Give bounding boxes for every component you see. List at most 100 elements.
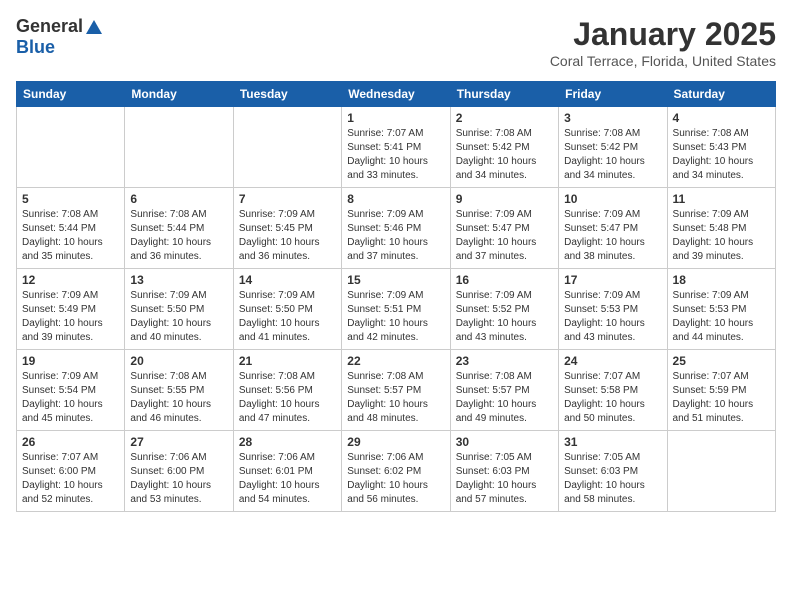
day-number: 21 <box>239 354 336 368</box>
table-row: 2 Sunrise: 7:08 AM Sunset: 5:42 PM Daylig… <box>450 107 558 188</box>
day-info: Sunrise: 7:06 AM Sunset: 6:01 PM Dayligh… <box>239 451 336 507</box>
day-info: Sunrise: 7:09 AM Sunset: 5:52 PM Dayligh… <box>456 289 553 345</box>
table-row: 30Sunrise: 7:05 AM Sunset: 6:03 PM Dayli… <box>450 431 558 512</box>
day-number: 19 <box>22 354 119 368</box>
table-row: 11Sunrise: 7:09 AM Sunset: 5:48 PM Dayli… <box>667 188 775 269</box>
day-info: Sunrise: 7:09 AM Sunset: 5:50 PM Dayligh… <box>239 289 336 345</box>
col-wednesday: Wednesday <box>342 82 450 107</box>
day-info: Sunrise: 7:08 AM Sunset: 5:44 PM Dayligh… <box>22 208 119 264</box>
table-row: 17Sunrise: 7:09 AM Sunset: 5:53 PM Dayli… <box>559 269 667 350</box>
table-row <box>667 431 775 512</box>
day-number: 22 <box>347 354 444 368</box>
table-row: 9Sunrise: 7:09 AM Sunset: 5:47 PM Daylig… <box>450 188 558 269</box>
day-number: 29 <box>347 435 444 449</box>
day-number: 16 <box>456 273 553 287</box>
logo-general-text: General <box>16 16 83 37</box>
table-row: 16 Sunrise: 7:09 AM Sunset: 5:52 PM Dayli… <box>450 269 558 350</box>
calendar-header-row: Sunday Monday Tuesday Wednesday Thursday… <box>17 82 776 107</box>
day-number: 26 <box>22 435 119 449</box>
day-number: 12 <box>22 273 119 287</box>
table-row: 26Sunrise: 7:07 AM Sunset: 6:00 PM Dayli… <box>17 431 125 512</box>
day-number: 8 <box>347 192 444 206</box>
table-row: 27Sunrise: 7:06 AM Sunset: 6:00 PM Dayli… <box>125 431 233 512</box>
col-sunday: Sunday <box>17 82 125 107</box>
table-row <box>233 107 341 188</box>
month-title: January 2025 <box>550 16 776 53</box>
calendar-week-1: 1 Sunrise: 7:07 AM Sunset: 5:41 PM Daylig… <box>17 107 776 188</box>
table-row: 18Sunrise: 7:09 AM Sunset: 5:53 PM Dayli… <box>667 269 775 350</box>
day-info: Sunrise: 7:09 AM Sunset: 5:53 PM Dayligh… <box>564 289 661 345</box>
logo: General Blue <box>16 16 103 58</box>
calendar-week-4: 19 Sunrise: 7:09 AM Sunset: 5:54 PM Dayli… <box>17 350 776 431</box>
day-info: Sunrise: 7:08 AM Sunset: 5:42 PM Dayligh… <box>456 127 553 183</box>
table-row: 28 Sunrise: 7:06 AM Sunset: 6:01 PM Dayli… <box>233 431 341 512</box>
table-row: 22 Sunrise: 7:08 AM Sunset: 5:57 PM Dayli… <box>342 350 450 431</box>
day-info: Sunrise: 7:08 AM Sunset: 5:57 PM Dayligh… <box>456 370 553 426</box>
day-info: Sunrise: 7:09 AM Sunset: 5:45 PM Dayligh… <box>239 208 336 264</box>
day-info: Sunrise: 7:07 AM Sunset: 5:41 PM Dayligh… <box>347 127 444 183</box>
table-row: 5 Sunrise: 7:08 AM Sunset: 5:44 PM Daylig… <box>17 188 125 269</box>
table-row: 8 Sunrise: 7:09 AM Sunset: 5:46 PM Daylig… <box>342 188 450 269</box>
table-row: 10Sunrise: 7:09 AM Sunset: 5:47 PM Dayli… <box>559 188 667 269</box>
day-number: 20 <box>130 354 227 368</box>
calendar-week-3: 12 Sunrise: 7:09 AM Sunset: 5:49 PM Dayli… <box>17 269 776 350</box>
calendar-week-2: 5 Sunrise: 7:08 AM Sunset: 5:44 PM Daylig… <box>17 188 776 269</box>
table-row: 15Sunrise: 7:09 AM Sunset: 5:51 PM Dayli… <box>342 269 450 350</box>
day-number: 25 <box>673 354 770 368</box>
table-row <box>17 107 125 188</box>
table-row: 13Sunrise: 7:09 AM Sunset: 5:50 PM Dayli… <box>125 269 233 350</box>
day-number: 28 <box>239 435 336 449</box>
day-info: Sunrise: 7:07 AM Sunset: 5:59 PM Dayligh… <box>673 370 770 426</box>
table-row: 4 Sunrise: 7:08 AM Sunset: 5:43 PM Daylig… <box>667 107 775 188</box>
day-info: Sunrise: 7:05 AM Sunset: 6:03 PM Dayligh… <box>564 451 661 507</box>
day-info: Sunrise: 7:09 AM Sunset: 5:49 PM Dayligh… <box>22 289 119 345</box>
table-row: 14Sunrise: 7:09 AM Sunset: 5:50 PM Dayli… <box>233 269 341 350</box>
col-thursday: Thursday <box>450 82 558 107</box>
table-row: 3 Sunrise: 7:08 AM Sunset: 5:42 PM Daylig… <box>559 107 667 188</box>
calendar-table: Sunday Monday Tuesday Wednesday Thursday… <box>16 81 776 512</box>
table-row: 23Sunrise: 7:08 AM Sunset: 5:57 PM Dayli… <box>450 350 558 431</box>
day-info: Sunrise: 7:09 AM Sunset: 5:50 PM Dayligh… <box>130 289 227 345</box>
day-number: 4 <box>673 111 770 125</box>
day-number: 5 <box>22 192 119 206</box>
col-tuesday: Tuesday <box>233 82 341 107</box>
table-row: 12 Sunrise: 7:09 AM Sunset: 5:49 PM Dayli… <box>17 269 125 350</box>
day-info: Sunrise: 7:09 AM Sunset: 5:51 PM Dayligh… <box>347 289 444 345</box>
page-header: General Blue January 2025 Coral Terrace,… <box>16 16 776 69</box>
table-row: 24Sunrise: 7:07 AM Sunset: 5:58 PM Dayli… <box>559 350 667 431</box>
table-row: 25 Sunrise: 7:07 AM Sunset: 5:59 PM Dayli… <box>667 350 775 431</box>
day-info: Sunrise: 7:08 AM Sunset: 5:55 PM Dayligh… <box>130 370 227 426</box>
day-number: 27 <box>130 435 227 449</box>
table-row: 20 Sunrise: 7:08 AM Sunset: 5:55 PM Dayli… <box>125 350 233 431</box>
table-row <box>125 107 233 188</box>
calendar-week-5: 26Sunrise: 7:07 AM Sunset: 6:00 PM Dayli… <box>17 431 776 512</box>
day-info: Sunrise: 7:09 AM Sunset: 5:47 PM Dayligh… <box>456 208 553 264</box>
table-row: 31 Sunrise: 7:05 AM Sunset: 6:03 PM Dayli… <box>559 431 667 512</box>
logo-blue-text: Blue <box>16 37 55 58</box>
day-number: 3 <box>564 111 661 125</box>
day-number: 31 <box>564 435 661 449</box>
col-saturday: Saturday <box>667 82 775 107</box>
logo-icon <box>85 18 103 36</box>
day-number: 7 <box>239 192 336 206</box>
day-info: Sunrise: 7:06 AM Sunset: 6:02 PM Dayligh… <box>347 451 444 507</box>
day-info: Sunrise: 7:08 AM Sunset: 5:42 PM Dayligh… <box>564 127 661 183</box>
day-number: 1 <box>347 111 444 125</box>
table-row: 1 Sunrise: 7:07 AM Sunset: 5:41 PM Daylig… <box>342 107 450 188</box>
table-row: 21 Sunrise: 7:08 AM Sunset: 5:56 PM Dayli… <box>233 350 341 431</box>
day-info: Sunrise: 7:08 AM Sunset: 5:56 PM Dayligh… <box>239 370 336 426</box>
day-number: 24 <box>564 354 661 368</box>
day-info: Sunrise: 7:09 AM Sunset: 5:46 PM Dayligh… <box>347 208 444 264</box>
day-number: 2 <box>456 111 553 125</box>
day-info: Sunrise: 7:05 AM Sunset: 6:03 PM Dayligh… <box>456 451 553 507</box>
day-info: Sunrise: 7:08 AM Sunset: 5:57 PM Dayligh… <box>347 370 444 426</box>
day-info: Sunrise: 7:09 AM Sunset: 5:53 PM Dayligh… <box>673 289 770 345</box>
table-row: 29 Sunrise: 7:06 AM Sunset: 6:02 PM Dayli… <box>342 431 450 512</box>
day-info: Sunrise: 7:08 AM Sunset: 5:43 PM Dayligh… <box>673 127 770 183</box>
day-number: 6 <box>130 192 227 206</box>
day-info: Sunrise: 7:08 AM Sunset: 5:44 PM Dayligh… <box>130 208 227 264</box>
location: Coral Terrace, Florida, United States <box>550 53 776 69</box>
day-info: Sunrise: 7:09 AM Sunset: 5:54 PM Dayligh… <box>22 370 119 426</box>
day-number: 10 <box>564 192 661 206</box>
title-area: January 2025 Coral Terrace, Florida, Uni… <box>550 16 776 69</box>
